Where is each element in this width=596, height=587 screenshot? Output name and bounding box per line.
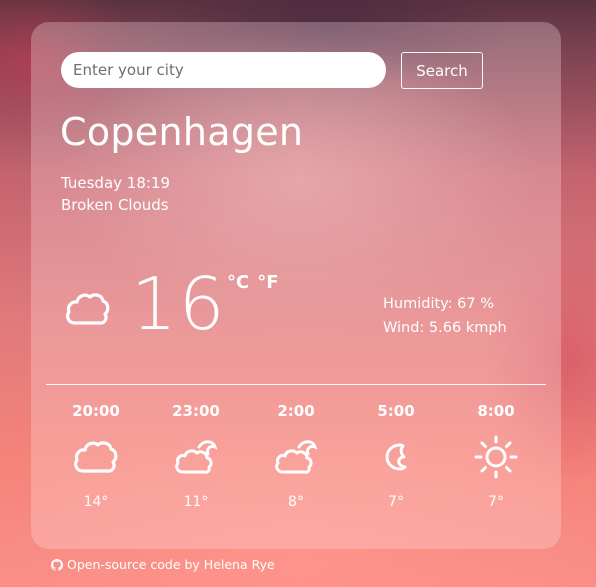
city-name: Copenhagen bbox=[60, 110, 304, 154]
source-code-link[interactable]: Open-source code by Helena Rye bbox=[51, 557, 275, 572]
weather-description: Broken Clouds bbox=[61, 196, 169, 214]
sun-icon bbox=[471, 434, 521, 480]
hourly-forecast: 20:00 14° 23:00 11° 2:00 8° 5:00 7° 8:00… bbox=[46, 402, 546, 510]
cloud-moon-icon bbox=[271, 434, 321, 480]
humidity-value: Humidity: 67 % bbox=[383, 296, 495, 312]
forecast-temperature: 14° bbox=[83, 494, 109, 510]
divider bbox=[46, 384, 546, 385]
current-temperature: 16 bbox=[131, 262, 227, 346]
fahrenheit-toggle[interactable]: °F bbox=[257, 272, 278, 293]
weather-stats: Humidity: 67 % Wind: 5.66 kmph bbox=[383, 292, 507, 340]
forecast-time: 8:00 bbox=[477, 402, 515, 420]
forecast-time: 20:00 bbox=[72, 402, 120, 420]
forecast-temperature: 11° bbox=[183, 494, 209, 510]
forecast-temperature: 8° bbox=[288, 494, 304, 510]
forecast-time: 2:00 bbox=[277, 402, 315, 420]
forecast-time: 5:00 bbox=[377, 402, 415, 420]
forecast-temperature: 7° bbox=[488, 494, 504, 510]
forecast-item: 20:00 14° bbox=[46, 402, 146, 510]
current-date: Tuesday 18:19 bbox=[61, 174, 171, 192]
search-button[interactable]: Search bbox=[401, 52, 483, 89]
forecast-item: 23:00 11° bbox=[146, 402, 246, 510]
city-search-input[interactable] bbox=[61, 52, 386, 88]
forecast-temperature: 7° bbox=[388, 494, 404, 510]
weather-card: Search Copenhagen Tuesday 18:19 Broken C… bbox=[31, 22, 561, 549]
forecast-time: 23:00 bbox=[172, 402, 220, 420]
cloud-moon-icon bbox=[171, 434, 221, 480]
moon-icon bbox=[371, 434, 421, 480]
cloud-icon bbox=[66, 293, 110, 325]
unit-switcher: °C °F bbox=[227, 272, 279, 293]
footer-text: Open-source code by Helena Rye bbox=[67, 557, 275, 572]
celsius-toggle[interactable]: °C bbox=[227, 272, 249, 293]
cloud-icon bbox=[71, 434, 121, 480]
forecast-item: 2:00 8° bbox=[246, 402, 346, 510]
forecast-item: 5:00 7° bbox=[346, 402, 446, 510]
wind-value: Wind: 5.66 kmph bbox=[383, 320, 507, 336]
forecast-item: 8:00 7° bbox=[446, 402, 546, 510]
github-icon bbox=[51, 558, 63, 571]
